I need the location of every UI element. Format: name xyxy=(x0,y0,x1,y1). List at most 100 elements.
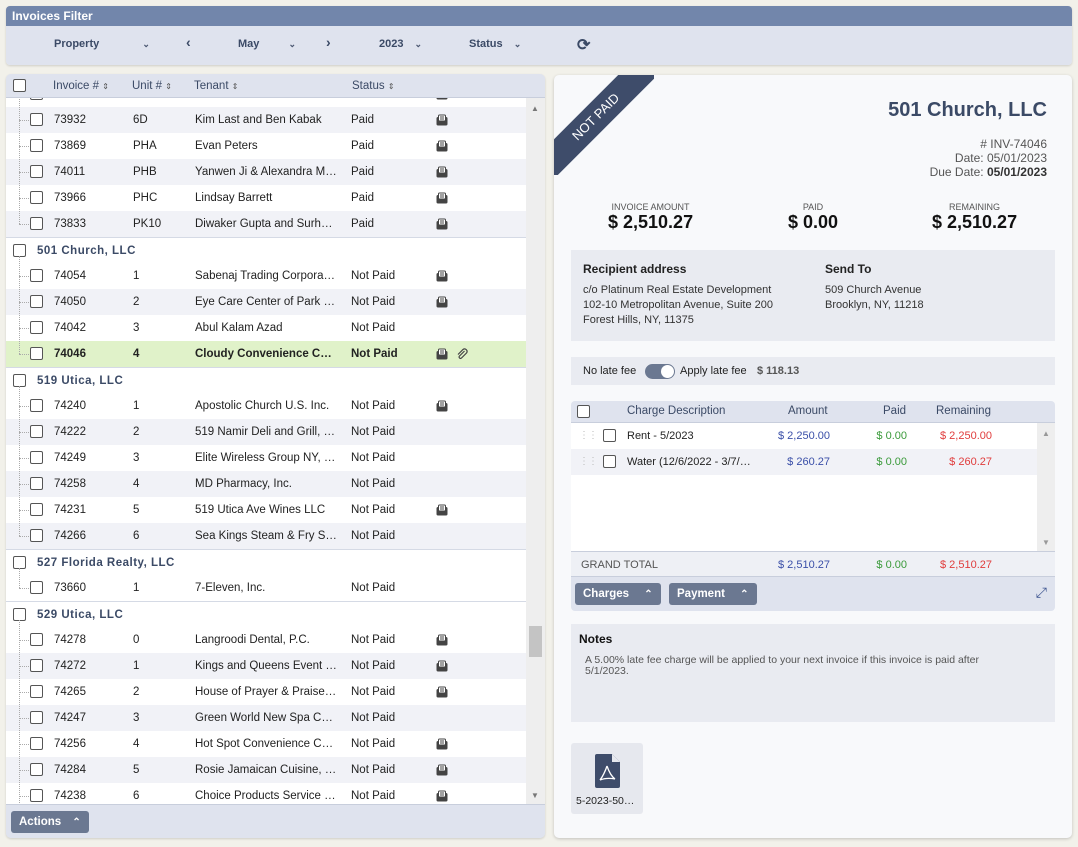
pdf-attachment[interactable]: 5-2023-50… xyxy=(571,743,643,814)
row-checkbox[interactable] xyxy=(30,399,43,412)
invoice-row[interactable]: 74272 1 Kings and Queens Event … Not Paid xyxy=(6,653,526,679)
row-checkbox[interactable] xyxy=(30,139,43,152)
row-checkbox[interactable] xyxy=(30,685,43,698)
row-checkbox[interactable] xyxy=(30,113,43,126)
row-checkbox[interactable] xyxy=(30,633,43,646)
row-checkbox[interactable] xyxy=(30,191,43,204)
expand-icon[interactable]: ⤢ xyxy=(1036,584,1047,601)
row-checkbox[interactable] xyxy=(30,217,43,230)
email-icon[interactable] xyxy=(436,393,448,422)
invoice-row[interactable]: 74266 6 Sea Kings Steam & Fry S… Not Paid xyxy=(6,523,526,549)
scroll-up-icon[interactable]: ▲ xyxy=(1042,429,1050,438)
row-checkbox[interactable] xyxy=(30,711,43,724)
email-icon[interactable] xyxy=(436,185,448,214)
column-unit[interactable]: Unit # ⇕ xyxy=(132,80,172,92)
scrollbar-thumb[interactable] xyxy=(529,626,542,657)
email-icon[interactable] xyxy=(436,679,448,708)
status-dropdown[interactable]: Status ⌄ xyxy=(469,38,521,50)
scroll-down-icon[interactable]: ▼ xyxy=(1042,538,1050,547)
prev-month-button[interactable]: ‹ xyxy=(186,34,191,50)
invoice-row[interactable]: 74042 3 Abul Kalam Azad Not Paid xyxy=(6,315,526,341)
payment-button[interactable]: Payment ⌃ xyxy=(669,583,757,605)
drag-handle-icon[interactable]: ⋮⋮ xyxy=(579,449,598,475)
email-icon[interactable] xyxy=(436,783,448,804)
row-checkbox[interactable] xyxy=(30,659,43,672)
email-icon[interactable] xyxy=(436,653,448,682)
group-row[interactable]: 529 Utica, LLC xyxy=(6,601,526,627)
email-icon[interactable] xyxy=(436,107,448,136)
row-checkbox[interactable] xyxy=(30,451,43,464)
row-checkbox[interactable] xyxy=(30,737,43,750)
email-icon[interactable] xyxy=(436,757,448,786)
charge-row[interactable]: ⋮⋮ Water (12/6/2022 - 3/7/… $ 260.27 $ 0.00… xyxy=(571,449,1037,475)
invoice-row[interactable]: 74258 4 MD Pharmacy, Inc. Not Paid xyxy=(6,471,526,497)
group-row[interactable]: 527 Florida Realty, LLC xyxy=(6,549,526,575)
next-month-button[interactable]: › xyxy=(326,34,331,50)
column-tenant[interactable]: Tenant ⇕ xyxy=(194,80,238,92)
row-checkbox[interactable] xyxy=(30,763,43,776)
email-icon[interactable] xyxy=(436,263,448,292)
invoice-row[interactable]: 74278 0 Langroodi Dental, P.C. Not Paid xyxy=(6,627,526,653)
row-checkbox[interactable] xyxy=(30,789,43,802)
invoice-row[interactable]: 74011 PHB Yanwen Ji & Alexandra M… Paid xyxy=(6,159,526,185)
select-all-checkbox[interactable] xyxy=(13,79,26,92)
row-checkbox[interactable] xyxy=(30,98,43,100)
invoice-row[interactable]: 73869 PHA Evan Peters Paid xyxy=(6,133,526,159)
invoice-row[interactable]: 73966 PHC Lindsay Barrett Paid xyxy=(6,185,526,211)
property-dropdown[interactable]: Property ⌄ xyxy=(54,38,150,50)
year-dropdown[interactable]: 2023 ⌄ xyxy=(379,38,422,50)
attachment-icon[interactable] xyxy=(456,341,468,370)
invoice-row[interactable]: 73660 1 7-Eleven, Inc. Not Paid xyxy=(6,575,526,601)
late-fee-toggle[interactable] xyxy=(645,364,675,379)
email-icon[interactable] xyxy=(436,627,448,656)
column-status[interactable]: Status ⇕ xyxy=(352,80,395,92)
charges-button[interactable]: Charges ⌃ xyxy=(575,583,661,605)
drag-handle-icon[interactable]: ⋮⋮ xyxy=(579,423,598,449)
row-checkbox[interactable] xyxy=(30,425,43,438)
invoice-row[interactable]: 74256 4 Hot Spot Convenience Corp. Not Paid xyxy=(6,731,526,757)
email-icon[interactable] xyxy=(436,133,448,162)
row-checkbox[interactable] xyxy=(30,477,43,490)
charge-checkbox[interactable] xyxy=(603,455,616,468)
refresh-button[interactable]: ⟳ xyxy=(577,35,590,55)
month-dropdown[interactable]: May ⌄ xyxy=(238,38,296,50)
group-row[interactable]: 501 Church, LLC xyxy=(6,237,526,263)
invoice-row[interactable]: 73833 PK10 Diwaker Gupta and Surha… Paid xyxy=(6,211,526,237)
scroll-up-icon[interactable]: ▲ xyxy=(531,104,539,113)
row-checkbox[interactable] xyxy=(30,165,43,178)
row-checkbox[interactable] xyxy=(30,581,43,594)
charges-scrollbar[interactable]: ▲ ▼ xyxy=(1037,423,1055,551)
row-checkbox[interactable] xyxy=(30,503,43,516)
row-checkbox[interactable] xyxy=(30,529,43,542)
invoice-row[interactable]: 74238 6 Choice Products Service … Not Paid xyxy=(6,783,526,804)
invoice-row[interactable]: 74054 1 Sabenaj Trading Corporati… Not Paid xyxy=(6,263,526,289)
scroll-down-icon[interactable]: ▼ xyxy=(531,791,539,800)
row-checkbox[interactable] xyxy=(30,269,43,282)
email-icon[interactable] xyxy=(436,159,448,188)
invoice-row-selected[interactable]: 74046 4 Cloudy Convenience Corp Not Paid xyxy=(6,341,526,367)
invoice-row[interactable]: 74265 2 House of Prayer & Praise … Not Paid xyxy=(6,679,526,705)
email-icon[interactable] xyxy=(436,289,448,318)
email-icon[interactable] xyxy=(436,211,448,240)
invoice-row[interactable]: 74247 3 Green World New Spa Ce… Not Paid xyxy=(6,705,526,731)
email-icon[interactable] xyxy=(436,341,448,370)
charge-row[interactable]: ⋮⋮ Rent - 5/2023 $ 2,250.00 $ 0.00 $ 2,250.0… xyxy=(571,423,1037,449)
group-row[interactable]: 519 Utica, LLC xyxy=(6,367,526,393)
invoice-row[interactable]: 73932 6D Kim Last and Ben Kabak Paid xyxy=(6,107,526,133)
row-checkbox[interactable] xyxy=(30,295,43,308)
charges-select-all-checkbox[interactable] xyxy=(577,405,590,418)
invoice-row[interactable]: 74222 2 519 Namir Deli and Grill, I… Not Pa… xyxy=(6,419,526,445)
row-checkbox[interactable] xyxy=(30,321,43,334)
invoice-row[interactable]: 74249 3 Elite Wireless Group NY, … Not Paid xyxy=(6,445,526,471)
row-checkbox[interactable] xyxy=(30,347,43,360)
invoice-row[interactable]: 74010 5B Yolo Watt Paid xyxy=(6,98,526,107)
column-invoice[interactable]: Invoice # ⇕ xyxy=(53,80,109,92)
invoice-row[interactable]: 74050 2 Eye Care Center of Park … Not Paid xyxy=(6,289,526,315)
actions-button[interactable]: Actions ⌃ xyxy=(11,811,89,833)
email-icon[interactable] xyxy=(436,497,448,526)
email-icon[interactable] xyxy=(436,731,448,760)
list-scrollbar[interactable]: ▲ ▼ xyxy=(526,98,545,804)
charge-checkbox[interactable] xyxy=(603,429,616,442)
invoice-row[interactable]: 74231 5 519 Utica Ave Wines LLC Not Paid xyxy=(6,497,526,523)
invoice-row[interactable]: 74240 1 Apostolic Church U.S. Inc. Not Paid xyxy=(6,393,526,419)
